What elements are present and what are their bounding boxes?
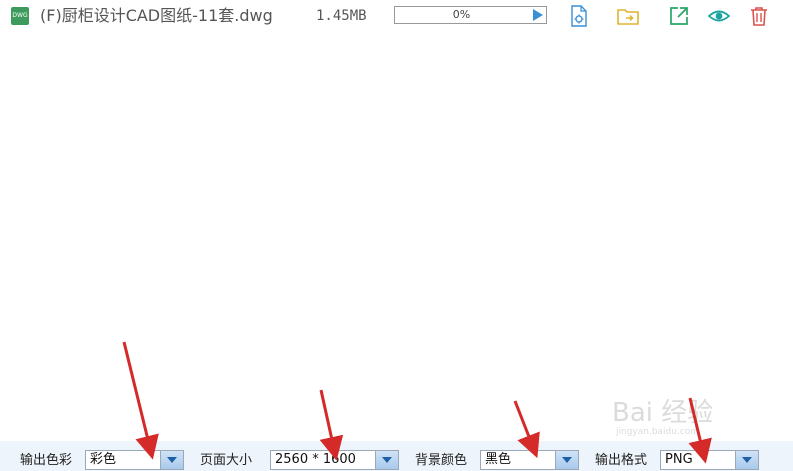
chevron-down-icon	[562, 457, 572, 463]
progress-text: 0%	[452, 8, 471, 21]
watermark-main: Bai 经验	[612, 398, 714, 428]
annotation-arrow-color	[122, 341, 159, 460]
background-color-select[interactable]: 黑色	[480, 450, 579, 470]
output-format-label: 输出格式	[595, 453, 648, 468]
background-color-value: 黑色	[485, 452, 512, 467]
play-icon[interactable]	[533, 9, 543, 21]
page-size-dropdown-button[interactable]	[375, 451, 398, 469]
file-type-badge: DWG	[12, 12, 28, 19]
output-format-dropdown-button[interactable]	[735, 451, 758, 469]
background-color-dropdown-button[interactable]	[555, 451, 578, 469]
page-size-value: 2560 * 1600	[275, 452, 356, 467]
output-color-label: 输出色彩	[20, 453, 73, 468]
baidu-watermark: Bai 经验 jingyan.baidu.com	[612, 398, 762, 440]
output-options-bar: 输出色彩 彩色 页面大小 2560 * 1600 背景颜色 黑色 输出格式 PN…	[0, 441, 793, 471]
file-name: (F)厨柜设计CAD图纸-11套.dwg	[40, 6, 273, 25]
chevron-down-icon	[382, 457, 392, 463]
watermark-sub: jingyan.baidu.com	[616, 427, 700, 437]
share-icon[interactable]	[668, 5, 690, 27]
trash-icon[interactable]	[748, 5, 770, 27]
folder-icon[interactable]	[617, 5, 639, 27]
chevron-down-icon	[167, 457, 177, 463]
page-size-select[interactable]: 2560 * 1600	[270, 450, 399, 470]
chevron-down-icon	[742, 457, 752, 463]
conversion-progress-bar: 0%	[394, 6, 547, 24]
page-size-label: 页面大小	[200, 453, 253, 468]
eye-icon[interactable]	[708, 5, 730, 27]
file-settings-icon[interactable]	[568, 5, 590, 27]
output-color-value: 彩色	[90, 452, 117, 467]
background-color-label: 背景颜色	[415, 453, 468, 468]
output-format-select[interactable]: PNG	[660, 450, 759, 470]
output-color-dropdown-button[interactable]	[160, 451, 183, 469]
output-format-value: PNG	[665, 452, 693, 467]
file-size: 1.45MB	[316, 8, 367, 24]
dwg-file-icon: DWG	[11, 7, 29, 25]
file-row: DWG (F)厨柜设计CAD图纸-11套.dwg 1.45MB 0%	[0, 0, 793, 34]
output-color-select[interactable]: 彩色	[85, 450, 184, 470]
